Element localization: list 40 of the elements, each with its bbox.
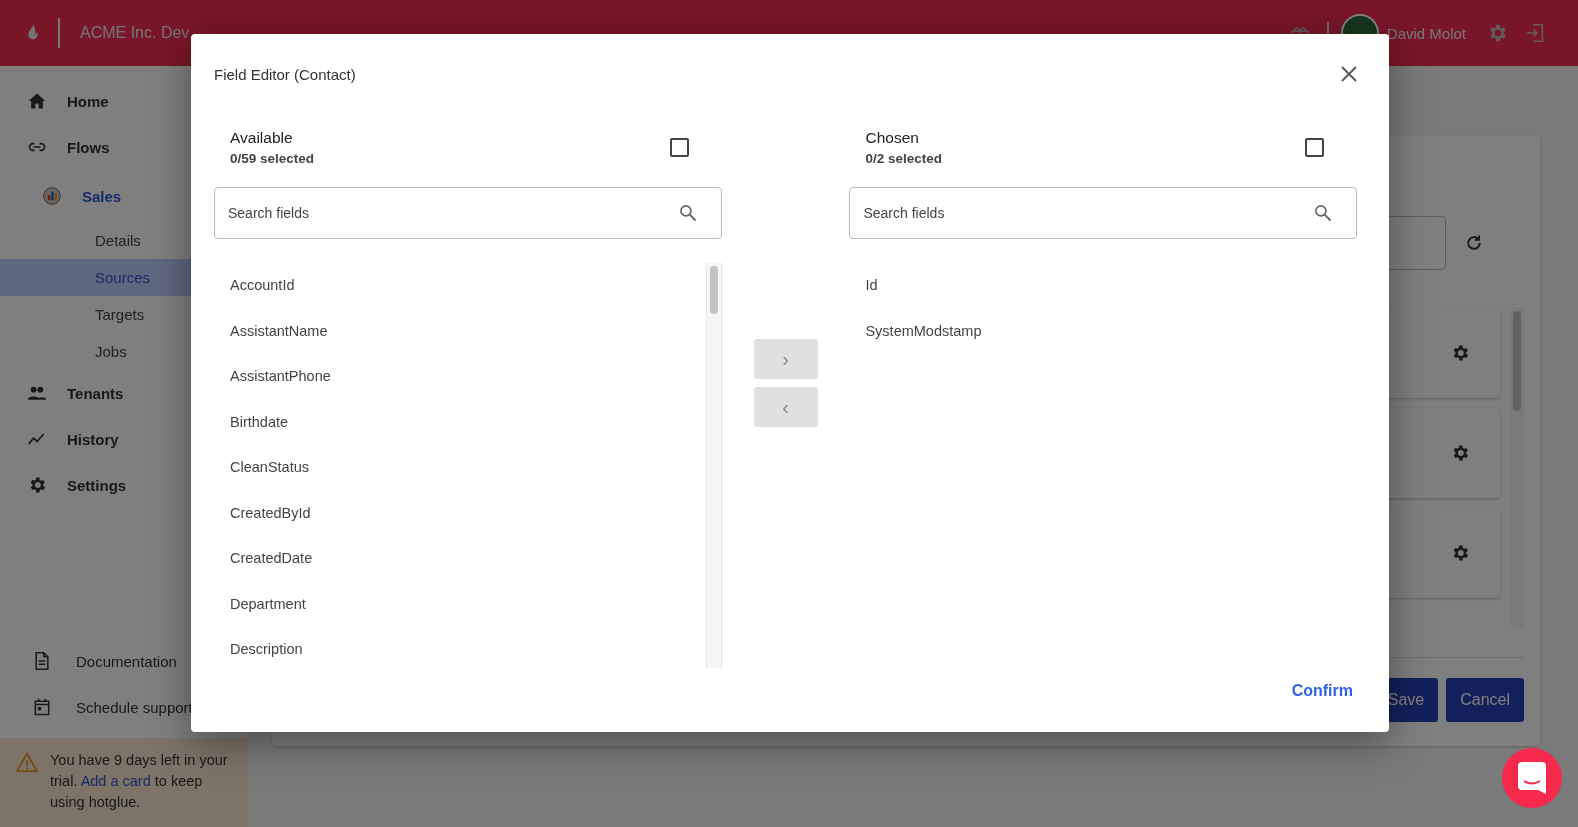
select-all-checkbox[interactable] xyxy=(1305,137,1324,157)
select-all-checkbox[interactable] xyxy=(669,137,689,157)
organization-dropdown[interactable]: ACME Inc. Dev xyxy=(74,24,196,42)
home-icon xyxy=(27,91,47,111)
refresh-icon[interactable] xyxy=(1464,233,1484,253)
search-field[interactable]: Search fields xyxy=(849,187,1357,239)
warning-icon xyxy=(16,752,38,772)
field-item[interactable]: AssistantName xyxy=(214,308,706,354)
field-item[interactable]: Department xyxy=(214,581,706,627)
dialog-title: Field Editor (Contact) xyxy=(214,65,356,83)
selection-count: 0/59 selected xyxy=(230,150,315,166)
field-item[interactable]: CreatedById xyxy=(214,490,706,536)
trial-message: You have 9 days left in your trial. Add a card to keep using hotglue. xyxy=(50,751,229,812)
move-right-button[interactable]: › xyxy=(753,339,818,379)
search-icon xyxy=(677,203,698,223)
document-icon xyxy=(32,651,52,671)
field-item[interactable]: Id xyxy=(849,263,1357,309)
field-item[interactable]: SystemModstamp xyxy=(849,308,1357,354)
add-card-link[interactable]: Add a card xyxy=(80,773,151,789)
confirm-button[interactable]: Confirm xyxy=(1287,676,1357,706)
selection-count: 0/2 selected xyxy=(865,150,942,166)
move-left-button[interactable]: ‹ xyxy=(753,387,818,427)
chart-icon xyxy=(42,186,62,206)
scrollbar[interactable] xyxy=(1510,308,1524,628)
field-item[interactable]: CreatedDate xyxy=(214,536,706,582)
search-field[interactable]: Search fields xyxy=(214,187,722,239)
user-name[interactable]: David Molot xyxy=(1386,24,1466,42)
chat-icon xyxy=(1518,762,1546,794)
list-title: Available xyxy=(230,128,294,147)
close-icon[interactable] xyxy=(1341,66,1357,82)
field-item[interactable]: CleanStatus xyxy=(214,445,706,491)
list-title: Chosen xyxy=(865,128,920,147)
field-item[interactable]: Birthdate xyxy=(214,399,706,445)
scrollbar[interactable] xyxy=(705,263,722,668)
field-item[interactable]: Description xyxy=(214,627,706,673)
field-item[interactable]: AssistantPhone xyxy=(214,354,706,400)
sidebar-link[interactable]: Schedule support xyxy=(0,684,248,730)
cancel-button[interactable]: Cancel xyxy=(1446,678,1524,722)
search-icon xyxy=(1313,203,1333,223)
calendar-icon xyxy=(32,697,52,717)
